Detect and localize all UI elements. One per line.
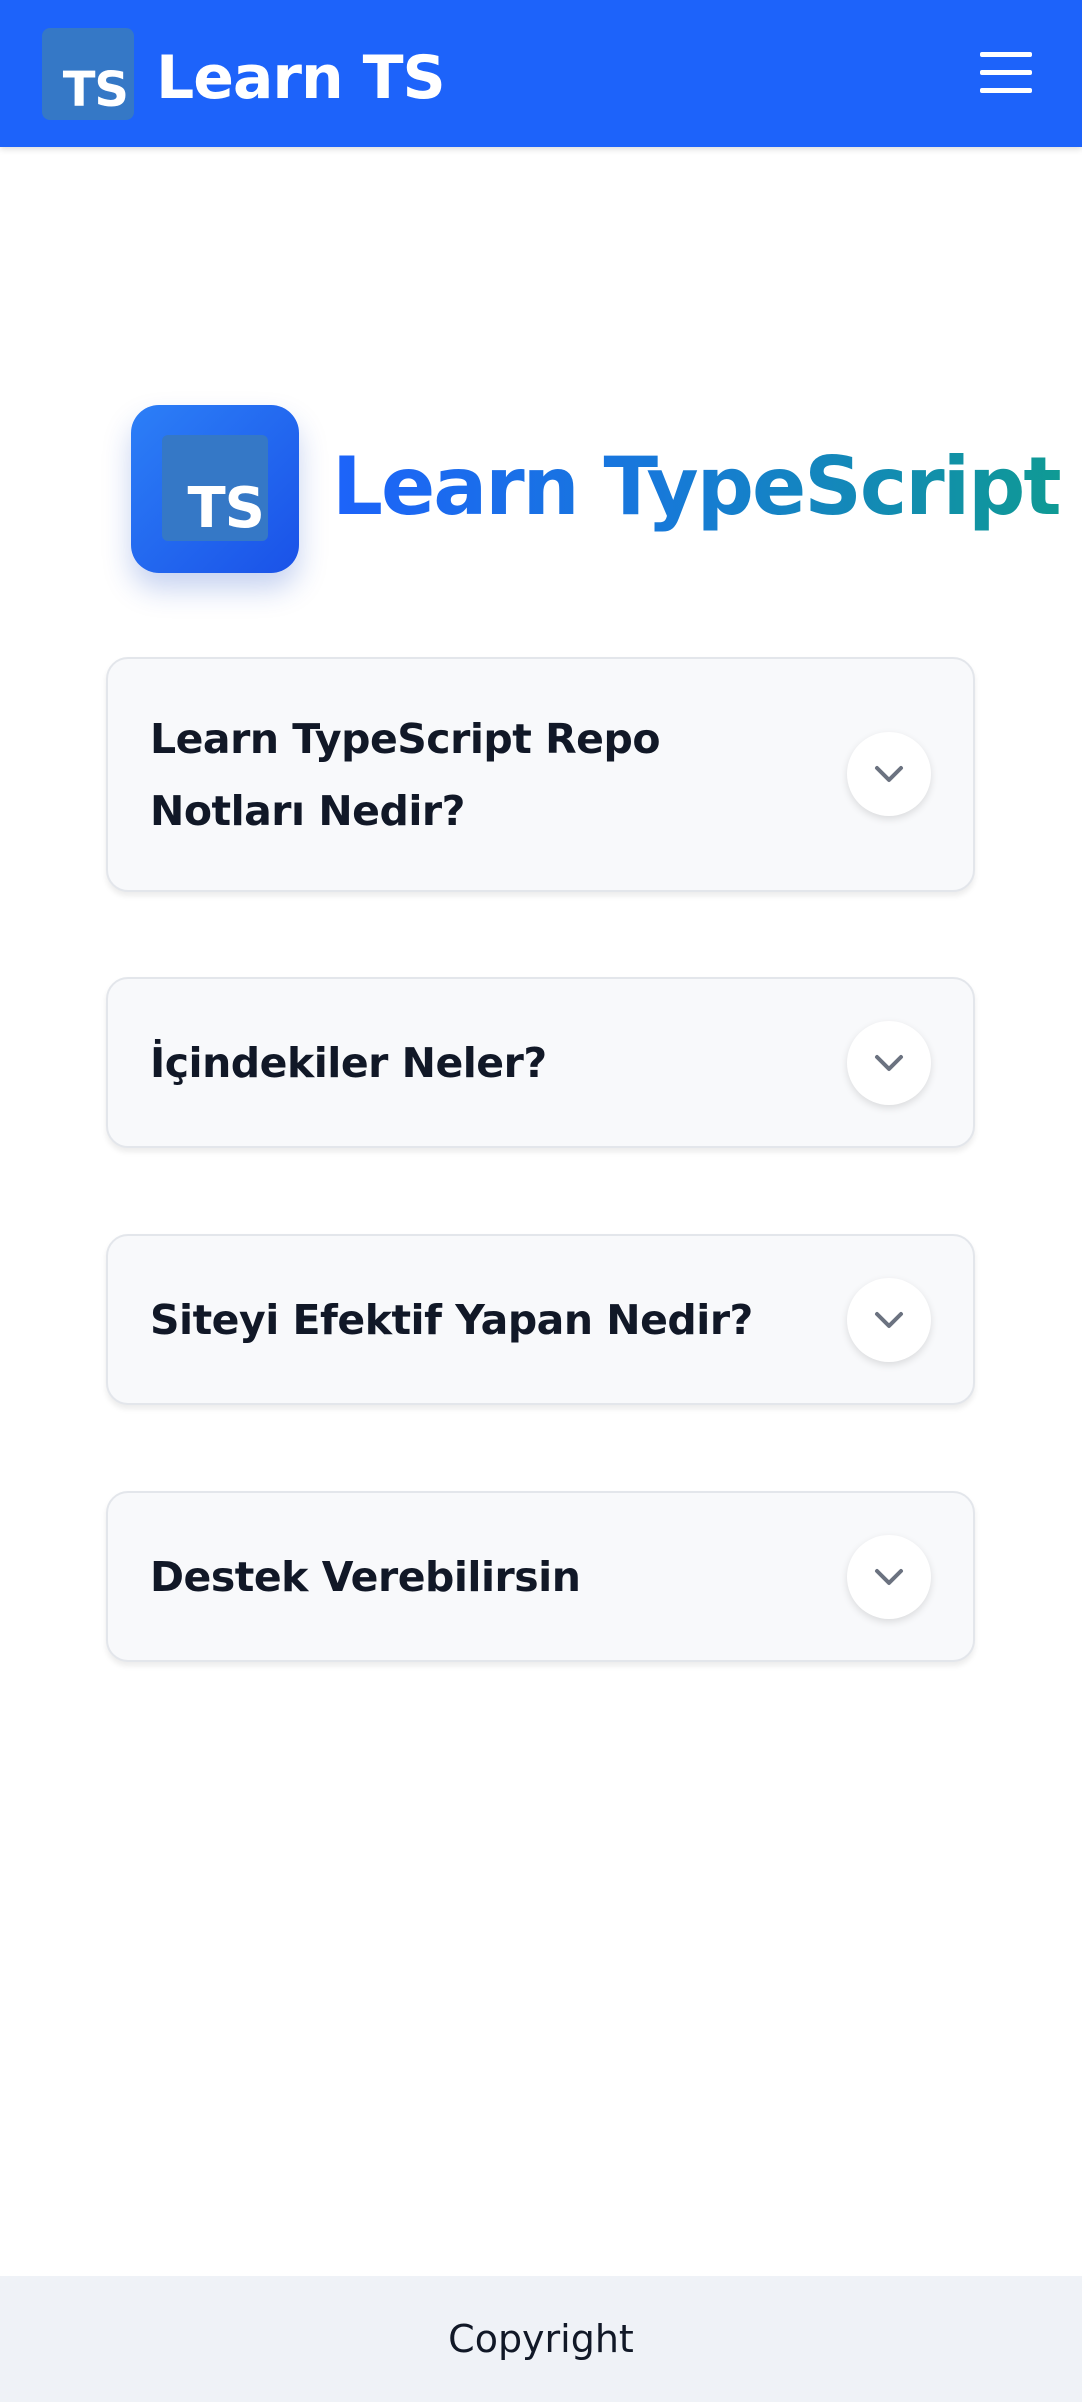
faq-question[interactable]: Destek Verebilirsin [150,1541,800,1613]
hero-title: Learn TypeScript [332,432,1062,542]
top-navbar: TS Learn TS [0,0,1082,147]
chevron-down-icon[interactable] [847,1021,931,1105]
footer-copyright: Copyright [448,2317,634,2361]
hero-logo-inner: TS [162,435,268,541]
faq-question[interactable]: İçindekiler Neler? [150,1027,800,1099]
menu-bar-line [980,88,1032,93]
nav-logo-text: TS [62,62,129,118]
chevron-down-icon[interactable] [847,1278,931,1362]
faq-item[interactable]: Siteyi Efektif Yapan Nedir? [106,1234,975,1405]
menu-bar-line [980,70,1032,75]
faq-item[interactable]: Learn TypeScript Repo Notları Nedir? [106,657,975,892]
faq-question[interactable]: Learn TypeScript Repo Notları Nedir? [150,703,800,847]
faq-question[interactable]: Siteyi Efektif Yapan Nedir? [150,1284,800,1356]
faq-item[interactable]: Destek Verebilirsin [106,1491,975,1662]
chevron-down-icon[interactable] [847,1535,931,1619]
ts-logo-icon[interactable]: TS [42,28,134,120]
chevron-down-icon[interactable] [847,732,931,816]
menu-bar-line [980,52,1032,57]
hero-ts-logo-icon: TS [131,405,299,573]
hero-logo-text: TS [187,476,265,541]
hamburger-menu-icon[interactable] [980,50,1032,96]
site-title[interactable]: Learn TS [156,42,446,114]
faq-item[interactable]: İçindekiler Neler? [106,977,975,1148]
footer: Copyright [0,2276,1082,2402]
